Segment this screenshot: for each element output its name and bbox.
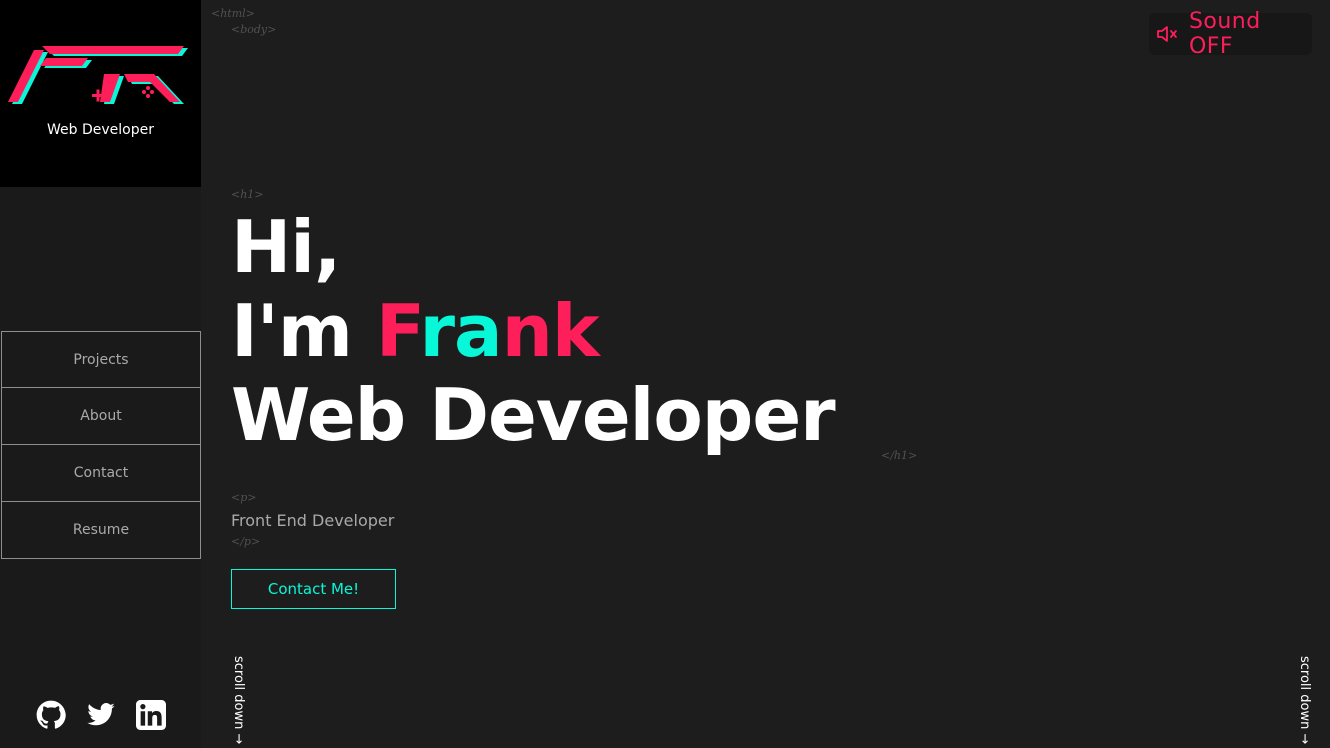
hero-subtitle: Front End Developer <box>231 511 395 530</box>
fm-logo-icon <box>8 46 188 104</box>
hero-name-part-1: F <box>375 289 421 373</box>
h1-open-tag: <h1> <box>231 188 264 201</box>
p-open-tag: <p> <box>231 491 257 504</box>
nav-item-resume[interactable]: Resume <box>1 502 201 559</box>
main-nav: Projects About Contact Resume <box>1 331 201 559</box>
logo-subtitle: Web Developer <box>47 122 154 138</box>
p-close-tag: </p> <box>231 535 261 548</box>
body-open-tag: <body> <box>231 23 277 36</box>
nav-item-contact[interactable]: Contact <box>1 445 201 502</box>
sound-label: Sound OFF <box>1188 9 1261 59</box>
sidebar: Web Developer Projects About Contact Res… <box>0 0 201 748</box>
hero-line-3: Web Developer <box>231 373 836 457</box>
speaker-muted-icon <box>1157 26 1177 42</box>
social-links <box>0 700 201 730</box>
nav-item-projects[interactable]: Projects <box>1 331 201 388</box>
html-open-tag: <html> <box>211 7 255 20</box>
nav-item-about[interactable]: About <box>1 388 201 445</box>
linkedin-icon[interactable] <box>135 700 166 730</box>
twitter-icon[interactable] <box>86 700 116 730</box>
hero-line-2: I'm Frank <box>231 289 835 373</box>
github-icon[interactable] <box>36 700 66 730</box>
hero-heading: Hi, I'm Frank Web Developer <box>231 205 836 457</box>
hero-name-part-2: ra <box>419 289 503 373</box>
scroll-down-left: scroll down → <box>231 656 246 745</box>
hero-line-1: Hi, <box>231 205 341 289</box>
logo[interactable]: Web Developer <box>0 0 201 187</box>
hero-name-part-3: nk <box>501 289 600 373</box>
contact-me-button[interactable]: Contact Me! <box>231 569 396 609</box>
hero-greeting: I'm <box>231 289 376 373</box>
sound-toggle-button[interactable]: Sound OFF <box>1149 9 1312 59</box>
h1-close-tag: </h1> <box>881 449 918 462</box>
scroll-down-right: scroll down → <box>1297 656 1312 745</box>
